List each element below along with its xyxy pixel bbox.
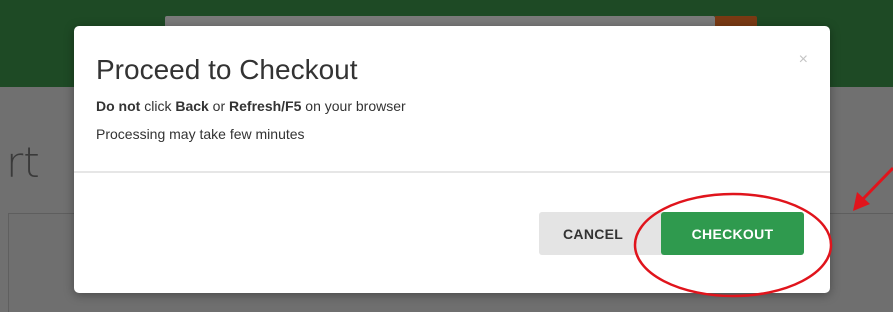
cancel-button[interactable]: CANCEL [539, 212, 665, 255]
warning-do-not: Do not [96, 98, 141, 114]
warning-browser: on your browser [301, 98, 406, 114]
checkout-modal: Proceed to Checkout × Do not click Back … [74, 26, 830, 293]
processing-note: Processing may take few minutes [96, 126, 305, 142]
checkout-button[interactable]: CHECKOUT [661, 212, 804, 255]
warning-back: Back [175, 98, 209, 114]
modal-title: Proceed to Checkout [96, 54, 358, 85]
warning-click: click [140, 98, 176, 114]
warning-text: Do not click Back or Refresh/F5 on your … [96, 98, 406, 114]
page-heading-fragment: rt [6, 138, 40, 187]
warning-refresh: Refresh/F5 [229, 98, 302, 114]
warning-or: or [208, 98, 230, 114]
modal-divider [74, 171, 830, 173]
close-icon[interactable]: × [799, 52, 808, 68]
